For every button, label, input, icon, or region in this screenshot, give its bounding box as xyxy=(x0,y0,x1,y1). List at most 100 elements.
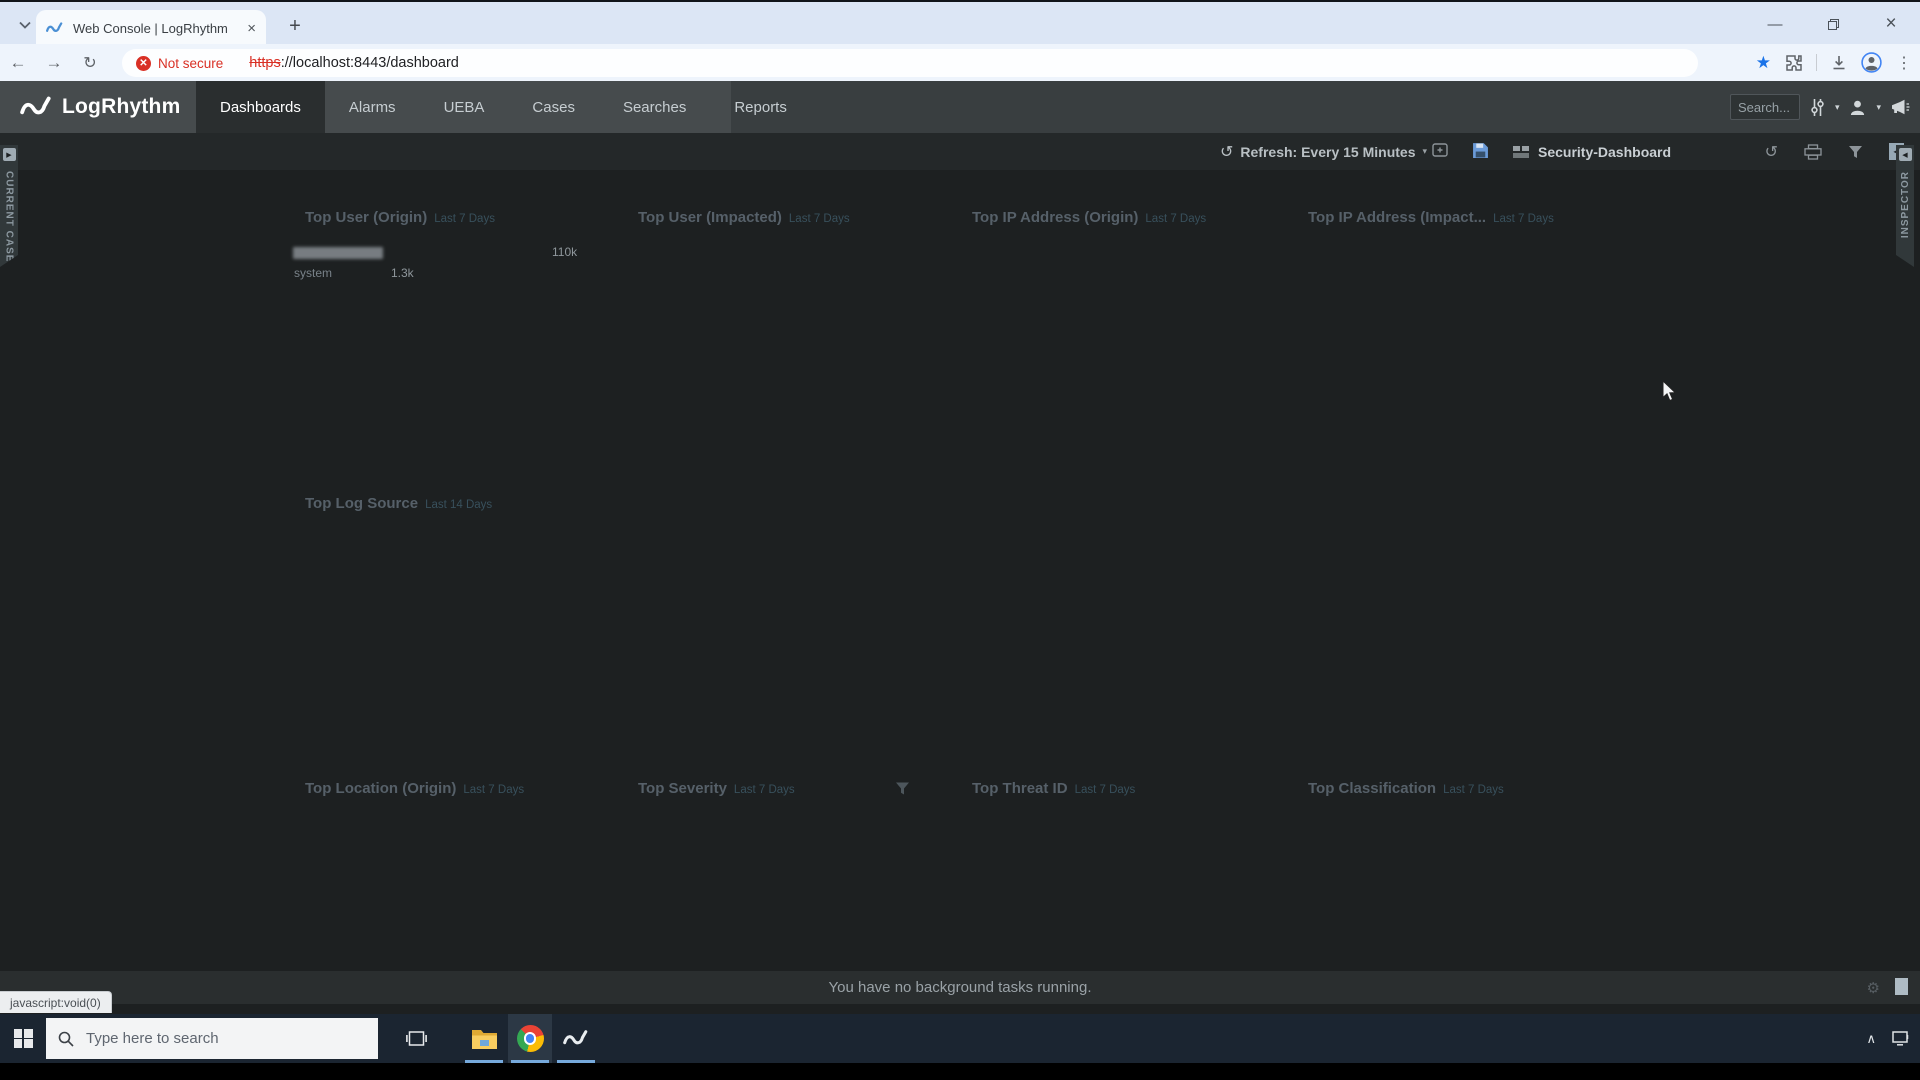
file-explorer-icon xyxy=(471,1028,498,1050)
undo-icon[interactable]: ↺ xyxy=(1765,142,1778,162)
widget-top-threat-id[interactable]: Top Threat IDLast 7 Days xyxy=(972,780,1135,798)
minimize-button[interactable]: — xyxy=(1746,4,1804,44)
address-bar[interactable]: ✕ Not secure https://localhost:8443/dash… xyxy=(122,49,1698,77)
print-icon[interactable] xyxy=(1804,144,1822,160)
chrome-taskbar-button[interactable] xyxy=(508,1014,552,1063)
settings-gear-icon[interactable]: ⚙ xyxy=(1867,979,1880,997)
current-case-rail[interactable]: ▶ CURRENT CASE xyxy=(0,145,18,267)
filter-funnel-icon[interactable] xyxy=(1848,145,1863,159)
dashboard-name: Security-Dashboard xyxy=(1538,144,1671,160)
chrome-menu-icon[interactable]: ⋮ xyxy=(1896,53,1912,73)
screen: Web Console | LogRhythm × + — × ← → ↻ ✕ … xyxy=(0,0,1920,1080)
widget-top-classification[interactable]: Top ClassificationLast 7 Days xyxy=(1308,780,1504,798)
browser-tab[interactable]: Web Console | LogRhythm × xyxy=(36,10,266,46)
file-explorer-button[interactable] xyxy=(462,1014,506,1063)
current-case-label: CURRENT CASE xyxy=(4,171,15,262)
dashboard-layout-icon xyxy=(1513,146,1529,158)
background-tasks-bar: You have no background tasks running. ⚙ xyxy=(0,971,1920,1004)
tab-search-chevron-icon[interactable] xyxy=(12,12,38,38)
close-button[interactable]: × xyxy=(1862,4,1920,44)
logrhythm-favicon-icon xyxy=(46,19,64,37)
toolbar-divider xyxy=(1816,54,1817,71)
not-secure-icon: ✕ xyxy=(136,56,151,71)
search-icon xyxy=(58,1031,74,1047)
profile-avatar-icon[interactable] xyxy=(1861,52,1882,73)
system-tray: ∧ xyxy=(1866,1014,1910,1063)
widget-top-ip-origin[interactable]: Top IP Address (Origin)Last 7 Days xyxy=(972,209,1206,227)
save-dashboard-icon[interactable] xyxy=(1472,142,1489,159)
brand-name: LogRhythm xyxy=(62,95,180,119)
logrhythm-app: LogRhythm Dashboards Alarms UEBA Cases S… xyxy=(0,81,1920,1014)
megaphone-icon[interactable] xyxy=(1891,99,1910,115)
refresh-dropdown[interactable]: ↺ Refresh: Every 15 Minutes ▾ xyxy=(1220,133,1427,170)
refresh-label: Refresh: Every 15 Minutes xyxy=(1240,144,1415,160)
user-icon[interactable] xyxy=(1849,99,1866,116)
reload-button[interactable]: ↻ xyxy=(72,53,108,73)
widget-top-location-origin[interactable]: Top Location (Origin)Last 7 Days xyxy=(305,780,524,798)
chrome-icon xyxy=(517,1025,544,1052)
inspector-rail[interactable]: ◀ INSPECTOR xyxy=(1896,145,1914,267)
forward-button[interactable]: → xyxy=(36,53,72,73)
filter-caret-icon[interactable]: ▾ xyxy=(1835,102,1840,113)
widget-top-ip-impacted[interactable]: Top IP Address (Impact...Last 7 Days xyxy=(1308,209,1554,227)
new-tab-button[interactable]: + xyxy=(282,13,308,39)
tray-chevron-up-icon[interactable]: ∧ xyxy=(1866,1031,1876,1047)
network-icon[interactable] xyxy=(1892,1031,1910,1046)
task-view-icon xyxy=(406,1029,427,1048)
task-view-button[interactable] xyxy=(394,1014,438,1063)
url-text[interactable]: https://localhost:8443/dashboard xyxy=(249,55,459,71)
filter-sliders-icon[interactable] xyxy=(1810,98,1825,117)
windows-taskbar: ∧ xyxy=(0,1014,1920,1063)
nav-tab-alarms[interactable]: Alarms xyxy=(325,81,420,133)
back-button[interactable]: ← xyxy=(0,53,36,73)
logrhythm-taskbar-button[interactable] xyxy=(554,1014,598,1063)
logrhythm-app-icon xyxy=(563,1029,590,1048)
logrhythm-logo-icon xyxy=(20,95,54,119)
nav-tab-ueba[interactable]: UEBA xyxy=(420,81,509,133)
nav-tab-searches[interactable]: Searches xyxy=(599,81,710,133)
main-nav: Dashboards Alarms UEBA Cases Searches Re… xyxy=(196,81,811,133)
background-tasks-message: You have no background tasks running. xyxy=(829,979,1092,996)
bookmark-star-icon[interactable]: ★ xyxy=(1756,53,1771,73)
extensions-icon[interactable] xyxy=(1785,54,1802,71)
top-user-value: 1.3k xyxy=(391,266,414,280)
widget-top-log-source[interactable]: Top Log SourceLast 14 Days xyxy=(305,495,492,513)
nav-tab-cases[interactable]: Cases xyxy=(508,81,599,133)
add-widget-icon[interactable] xyxy=(1432,142,1449,158)
current-case-expand-icon[interactable]: ▶ xyxy=(3,148,16,161)
search-input[interactable] xyxy=(1730,94,1800,120)
url-scheme: https xyxy=(249,55,280,71)
widget-top-severity[interactable]: Top SeverityLast 7 Days xyxy=(638,780,795,798)
tab-close-icon[interactable]: × xyxy=(247,20,256,37)
toolbar-right-icons: ★ ⋮ xyxy=(1756,44,1912,81)
restore-button[interactable] xyxy=(1804,4,1862,44)
windows-logo-icon xyxy=(14,1029,33,1048)
widget-top-user-origin[interactable]: Top User (Origin)Last 7 Days xyxy=(305,209,495,227)
widget-top-user-impacted[interactable]: Top User (Impacted)Last 7 Days xyxy=(638,209,850,227)
nav-tab-dashboards[interactable]: Dashboards xyxy=(196,81,325,133)
start-button[interactable] xyxy=(0,1014,46,1063)
window-controls: — × xyxy=(1746,4,1920,44)
nav-tab-reports[interactable]: Reports xyxy=(710,81,811,133)
tab-title: Web Console | LogRhythm xyxy=(73,21,239,36)
taskbar-search-input[interactable] xyxy=(86,1030,336,1047)
top-user-value: 110k xyxy=(552,245,577,259)
refresh-icon: ↺ xyxy=(1220,142,1233,162)
download-icon[interactable] xyxy=(1831,55,1847,71)
browser-titlebar: Web Console | LogRhythm × + — × xyxy=(0,0,1920,44)
severity-filter-funnel-icon[interactable] xyxy=(895,781,910,796)
user-caret-icon[interactable]: ▾ xyxy=(1876,102,1881,113)
tasks-panel-handle[interactable] xyxy=(1895,978,1908,995)
redacted-username-bar[interactable] xyxy=(293,247,383,259)
inspector-expand-icon[interactable]: ◀ xyxy=(1899,148,1912,161)
refresh-caret-icon: ▾ xyxy=(1422,146,1427,157)
dashboard-toolbar-right: ↺ ◀ xyxy=(1765,133,1904,170)
link-status-bubble: javascript:void(0) xyxy=(0,991,112,1013)
logrhythm-logo: LogRhythm xyxy=(20,81,180,133)
dashboard-selector[interactable]: Security-Dashboard xyxy=(1513,133,1671,170)
mouse-cursor xyxy=(1662,380,1678,402)
not-secure-label[interactable]: Not secure xyxy=(158,56,223,71)
top-user-name[interactable]: system xyxy=(294,266,332,280)
inspector-label: INSPECTOR xyxy=(1900,171,1911,238)
taskbar-search[interactable] xyxy=(46,1018,378,1059)
